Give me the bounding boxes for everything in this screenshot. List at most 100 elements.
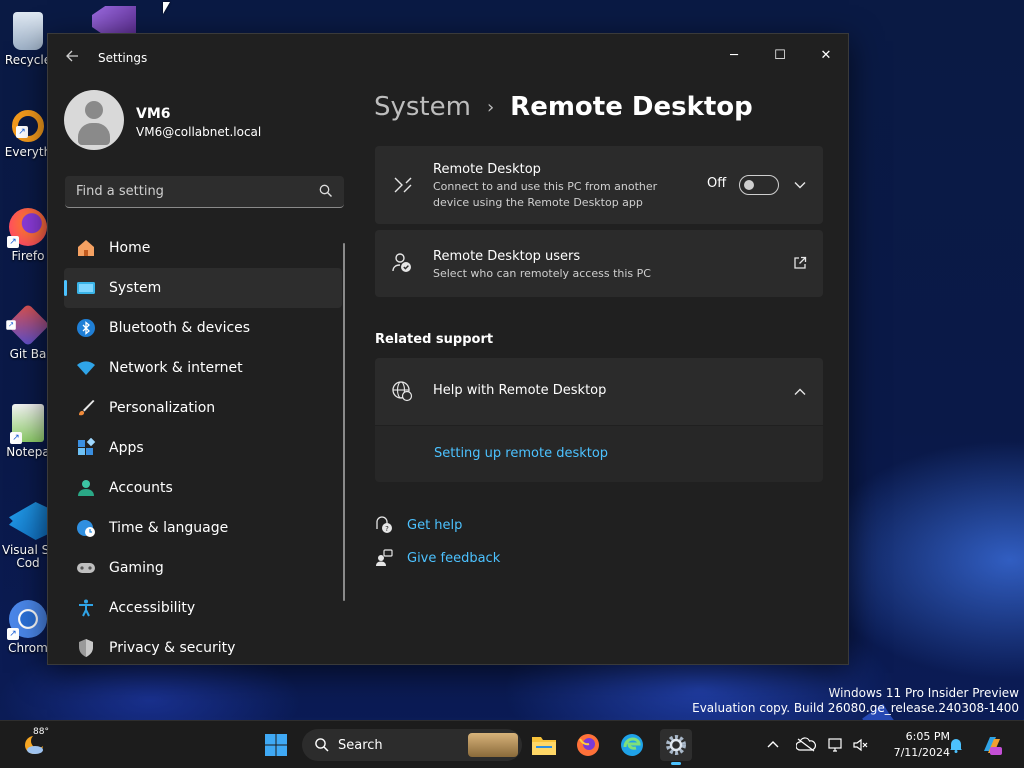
remote-users-title: Remote Desktop users [433,249,581,264]
sidebar-item-home[interactable]: Home [64,228,342,268]
desktop-icon-label: Recycle [4,53,52,67]
sidebar-scrollbar[interactable] [343,243,345,601]
chevron-up-icon[interactable] [793,385,807,399]
search-highlight-image-icon [468,733,518,757]
accessibility-icon [76,598,96,618]
remote-desktop-toggle[interactable] [739,175,779,195]
shortcut-arrow-icon: ↗ [9,530,19,540]
network-icon[interactable] [828,737,844,753]
close-button[interactable]: ✕ [803,40,848,70]
bell-icon[interactable] [948,737,964,753]
taskbar: 88° Search 6:05 PM 7/11/2024 [0,720,1024,768]
gear-icon [666,735,686,755]
page-title: Remote Desktop [510,92,753,122]
volume-muted-icon[interactable] [852,737,868,753]
sidebar-item-label: System [109,280,162,296]
get-help-icon: ? [376,516,392,533]
sidebar-item-system[interactable]: System [64,268,342,308]
search-input[interactable] [65,176,344,208]
firefox-icon: ↗ [7,208,47,248]
watermark-line-1: Windows 11 Pro Insider Preview [828,686,1019,700]
sidebar-item-label: Apps [109,440,144,456]
cloud-offline-icon[interactable] [796,737,816,753]
taskbar-settings[interactable] [660,729,692,765]
sidebar-item-accounts[interactable]: Accounts [64,468,342,508]
firefox-icon [577,734,599,756]
taskbar-search[interactable]: Search [302,729,522,761]
remote-desktop-card[interactable]: Remote Desktop Connect to and use this P… [375,146,823,224]
bluetooth-icon [76,318,96,338]
remote-desktop-users-card[interactable]: Remote Desktop users Select who can remo… [375,230,823,297]
taskbar-file-explorer[interactable] [528,729,560,761]
breadcrumb-parent-system[interactable]: System [374,92,471,122]
sidebar-item-accessibility[interactable]: Accessibility [64,588,342,628]
sidebar-nav: Home System Bluetooth & devices Network … [64,228,342,664]
globe-help-icon [392,381,413,402]
brush-icon [76,398,96,418]
taskbar-edge[interactable] [616,729,648,761]
title-bar[interactable]: Settings ─ ☐ ✕ [48,34,848,82]
sidebar-item-label: Network & internet [109,360,243,376]
toggle-state-label: Off [707,176,727,191]
remote-desktop-title: Remote Desktop [433,162,541,177]
shortcut-arrow-icon: ↗ [7,628,19,640]
back-arrow-svg [66,50,78,62]
wifi-icon [76,358,96,378]
sidebar-item-gaming[interactable]: Gaming [64,548,342,588]
sidebar-item-label: Time & language [109,520,229,536]
accounts-icon [76,478,96,498]
sidebar-item-label: Accessibility [109,600,196,616]
shortcut-arrow-icon: ↗ [16,126,28,138]
avatar[interactable] [64,90,124,150]
shortcut-arrow-icon: ↗ [6,320,16,330]
give-feedback-link[interactable]: Give feedback [375,547,500,569]
watermark-line-2: Evaluation copy. Build 26080.ge_release.… [692,701,1019,715]
copilot-button[interactable] [976,729,1008,761]
breadcrumb-separator: › [486,96,495,118]
sidebar-item-bluetooth[interactable]: Bluetooth & devices [64,308,342,348]
remote-desktop-description: Connect to and use this PC from another … [433,180,658,209]
sidebar-item-label: Gaming [109,560,164,576]
system-icon [76,278,96,298]
setting-up-remote-desktop-link[interactable]: Setting up remote desktop [434,446,608,461]
sidebar-item-apps[interactable]: Apps [64,428,342,468]
sidebar-item-privacy-security[interactable]: Privacy & security [64,628,342,664]
breadcrumb: System › Remote Desktop [374,92,753,122]
user-email: VM6@collabnet.local [136,125,262,139]
sidebar-item-time-language[interactable]: Time & language [64,508,342,548]
toggle-knob [744,180,754,190]
sidebar-item-personalization[interactable]: Personalization [64,388,342,428]
related-support-heading: Related support [375,332,494,347]
back-arrow-icon[interactable] [62,48,82,68]
remote-users-description: Select who can remotely access this PC [433,267,651,280]
maximize-button[interactable]: ☐ [757,40,803,70]
search-icon[interactable] [318,183,334,199]
taskbar-search-label: Search [338,737,383,753]
help-remote-desktop-title: Help with Remote Desktop [433,383,607,398]
taskbar-clock[interactable]: 6:05 PM 7/11/2024 [874,729,950,761]
get-help-link[interactable]: ? Get help [375,514,462,536]
gamepad-icon [76,558,96,578]
weather-temperature: 88° [33,727,49,737]
give-feedback-icon [376,549,393,566]
search-icon [315,738,329,752]
get-help-label: Get help [407,517,463,533]
desktop-icon-label: Firefo [11,249,45,263]
copilot-icon [984,737,1002,755]
desktop-icon-label: Everyth [4,145,52,159]
sidebar-item-label: Personalization [109,400,216,416]
start-button[interactable] [260,729,292,761]
external-link-icon[interactable] [793,256,807,270]
shortcut-arrow-icon: ↗ [7,236,19,248]
taskbar-firefox[interactable] [572,729,604,761]
clock-date: 7/11/2024 [893,746,950,759]
recycle-bin-icon [13,12,43,50]
help-remote-desktop-card[interactable]: Help with Remote Desktop [375,358,823,425]
git-bash-icon: ↗ [6,303,50,347]
chevron-down-icon[interactable] [793,178,807,192]
desktop-icon-label: Chrom [8,641,48,655]
svg-text:?: ? [385,525,389,533]
sidebar-item-network[interactable]: Network & internet [64,348,342,388]
minimize-button[interactable]: ─ [711,40,757,70]
chevron-up-icon[interactable] [765,737,781,753]
